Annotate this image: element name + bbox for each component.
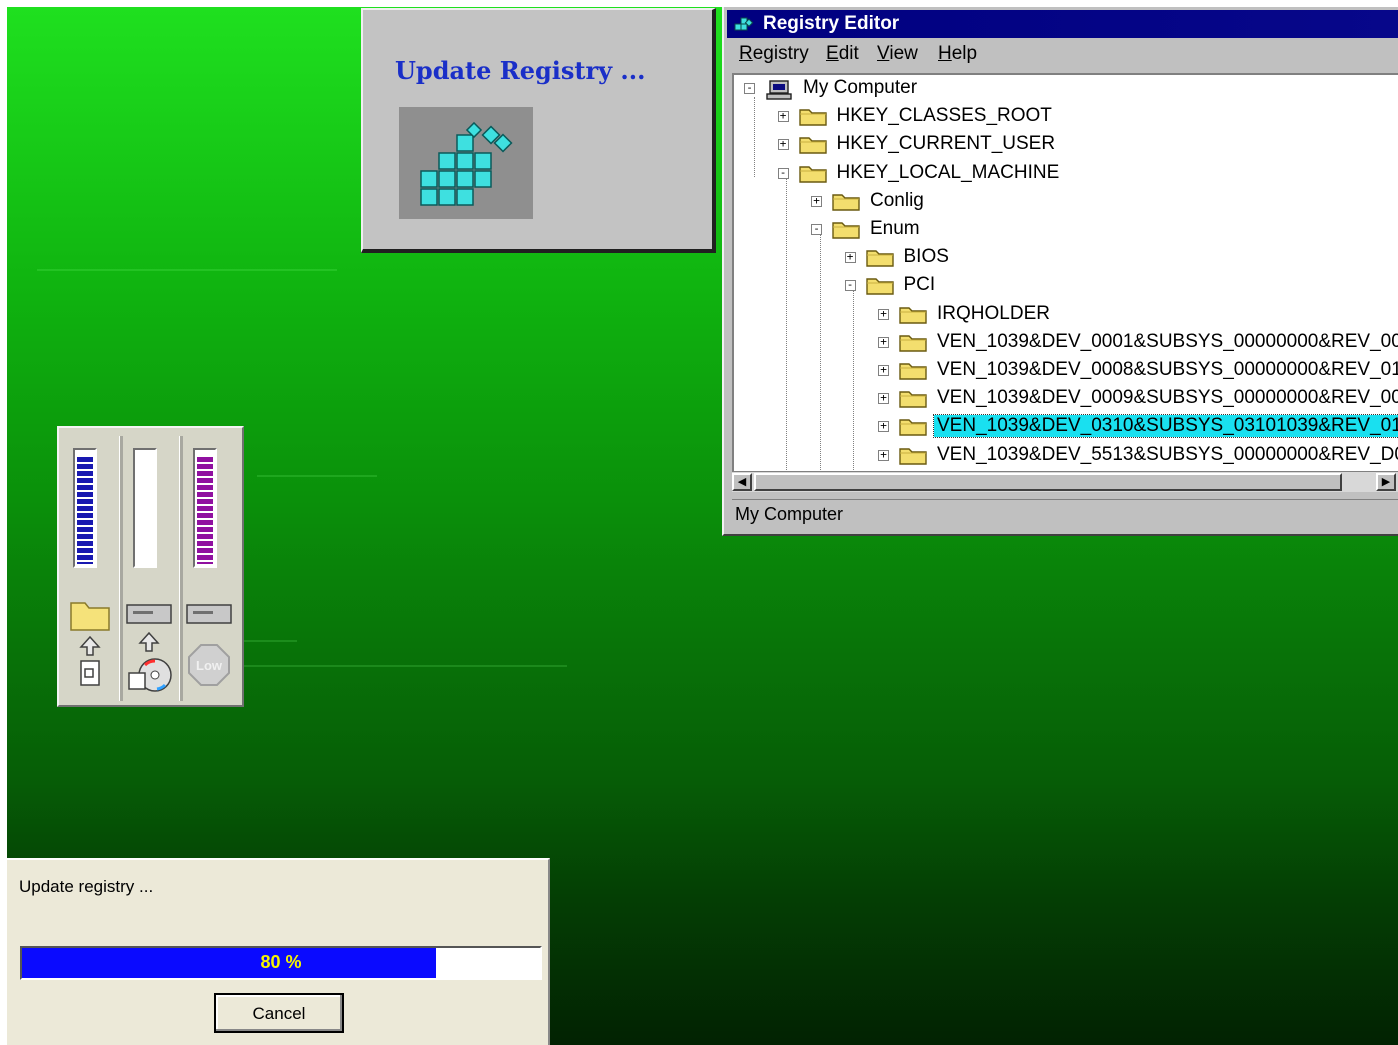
folder-icon <box>898 389 928 415</box>
expand-plus-icon[interactable]: + <box>777 138 789 151</box>
tree-node-label: My Computer <box>803 77 918 98</box>
menu-help[interactable]: Help <box>938 43 977 65</box>
menu-help-rest: elp <box>951 43 978 64</box>
background-streak <box>237 665 567 667</box>
tree-node-label: Conlig <box>870 189 924 211</box>
expand-plus-icon[interactable]: + <box>878 420 889 433</box>
cancel-button[interactable]: Cancel <box>214 993 344 1033</box>
menu-registry-accel: R <box>739 43 753 64</box>
meter-divider <box>119 436 123 701</box>
menu-registry-rest: egistry <box>752 43 809 64</box>
menu-edit[interactable]: Edit <box>826 43 859 65</box>
progress-message: Update registry ... <box>19 877 154 896</box>
low-badge-text: Low <box>196 658 223 673</box>
tree-node-label: IRQHOLDER <box>937 302 1050 324</box>
progress-percent: 80 % <box>260 952 302 972</box>
low-sign-icon: Low <box>186 604 232 686</box>
meter-column-1 <box>65 438 113 698</box>
tree-node-label: BIOS <box>903 246 949 268</box>
tree-node-label: VEN_1039&DEV_0310&SUBSYS_03101039&REV_01 <box>933 414 1398 439</box>
collapse-minus-icon[interactable]: - <box>844 279 856 292</box>
background-streak <box>37 269 337 271</box>
expand-plus-icon[interactable]: + <box>811 195 822 207</box>
tree-connector <box>853 290 854 492</box>
menu-edit-rest: dit <box>838 43 859 64</box>
tree-connector <box>786 178 787 492</box>
folder-icon <box>865 248 895 274</box>
tree-node-label: VEN_1039&DEV_0008&SUBSYS_00000000&REV_01 <box>937 359 1398 380</box>
background-streak <box>257 475 377 477</box>
tree-node-label: HKEY_CURRENT_USER <box>836 133 1056 155</box>
tree-node-label: VEN_1039&DEV_5513&SUBSYS_00000000&REV_D0 <box>937 443 1398 465</box>
status-bar: My Computer <box>732 499 1398 528</box>
folder-icon <box>70 602 110 686</box>
scroll-right-arrow-icon[interactable]: ▶ <box>1376 473 1396 491</box>
tree-node-label: Enum <box>870 218 920 239</box>
meter-fill-1 <box>77 457 93 564</box>
progress-bar: 80 % <box>20 946 542 980</box>
collapse-minus-icon[interactable]: - <box>777 167 789 179</box>
tree-connector <box>820 235 821 492</box>
horizontal-scrollbar[interactable]: ◀ ▶ <box>732 471 1398 492</box>
tree-node-label: PCI <box>903 274 936 296</box>
registry-cubes-icon <box>399 107 533 219</box>
registry-editor-window: Registry Editor Registry Edit View Help … <box>722 7 1398 536</box>
meter-divider <box>179 436 183 701</box>
menu-help-accel: H <box>938 43 952 64</box>
meter-gauge-2 <box>133 448 157 568</box>
meter-fill-3 <box>197 457 213 564</box>
meter-gauge-3 <box>193 448 217 568</box>
expand-plus-icon[interactable]: + <box>878 392 889 405</box>
menu-edit-accel: E <box>826 43 839 64</box>
meter-column-3: Low <box>185 438 233 698</box>
menu-view[interactable]: View <box>877 43 918 65</box>
update-progress-dialog: Update registry ... 80 % Cancel <box>7 858 550 1045</box>
folder-icon <box>898 361 928 387</box>
registry-tree[interactable]: - My Computer + HKEY_CLASSES_ROOT + HKEY_CURR… <box>732 73 1398 492</box>
expand-plus-icon[interactable]: + <box>878 449 889 461</box>
update-registry-splash: Update Registry ... <box>361 8 716 253</box>
folder-icon <box>831 192 861 218</box>
expand-plus-icon[interactable]: + <box>878 364 889 376</box>
scroll-thumb[interactable] <box>754 473 1342 491</box>
computer-icon <box>764 79 794 107</box>
folder-icon <box>898 417 928 443</box>
folder-icon <box>898 333 928 359</box>
splash-title: Update Registry ... <box>395 56 646 85</box>
expand-plus-icon[interactable]: + <box>777 110 789 123</box>
meter-column-2 <box>125 438 173 698</box>
expand-plus-icon[interactable]: + <box>844 251 856 264</box>
tree-node-label: HKEY_CLASSES_ROOT <box>836 105 1052 127</box>
tree-node-label: HKEY_LOCAL_MACHINE <box>836 161 1060 183</box>
folder-icon <box>798 164 828 190</box>
system-resource-meter: Low <box>57 426 244 707</box>
collapse-minus-icon[interactable]: - <box>744 82 755 94</box>
expand-plus-icon[interactable]: + <box>878 336 889 348</box>
tree-connector <box>754 97 755 177</box>
regedit-app-icon <box>733 14 757 40</box>
meter-gauge-1 <box>73 448 97 568</box>
folder-icon <box>898 446 928 472</box>
menu-view-rest: iew <box>889 43 918 64</box>
folder-icon <box>898 305 928 331</box>
window-title: Registry Editor <box>763 13 900 34</box>
tree-node-label: VEN_1039&DEV_0001&SUBSYS_00000000&REV_00 <box>937 330 1398 352</box>
collapse-minus-icon[interactable]: - <box>811 223 822 235</box>
folder-icon <box>798 107 828 133</box>
menu-bar: Registry Edit View Help <box>727 41 1398 69</box>
folder-icon <box>798 135 828 161</box>
drive-icon <box>126 604 172 692</box>
scroll-left-arrow-icon[interactable]: ◀ <box>732 473 752 491</box>
folder-icon <box>831 220 861 246</box>
expand-plus-icon[interactable]: + <box>878 308 889 320</box>
menu-view-accel: V <box>877 43 890 64</box>
menu-registry[interactable]: Registry <box>739 43 809 65</box>
tree-node-label: VEN_1039&DEV_0009&SUBSYS_00000000&REV_00 <box>937 387 1398 409</box>
status-text: My Computer <box>735 504 844 524</box>
title-bar[interactable]: Registry Editor <box>727 10 1398 38</box>
folder-icon <box>865 276 895 302</box>
